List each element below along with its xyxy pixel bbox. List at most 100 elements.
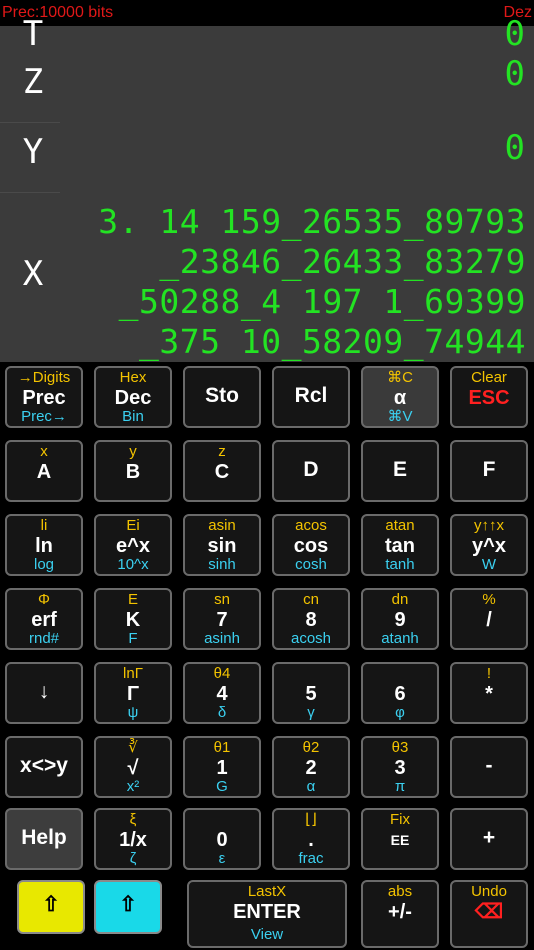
chs-key-label: +/-	[388, 901, 412, 923]
tan-key-alt-label: tanh	[385, 556, 415, 573]
keypad: →Digits Prec Prec→ Hex Dec Bin Sto Rcl ⌘…	[0, 362, 534, 950]
f-key[interactable]: F	[450, 440, 528, 502]
backspace-icon: ⌫	[474, 901, 504, 923]
two-key-shift-label: θ2	[302, 739, 320, 756]
sqrt-key[interactable]: ∛ √ x²	[94, 736, 172, 798]
three-key-label: 3	[394, 757, 406, 779]
eight-key[interactable]: cn 8 acosh	[272, 588, 350, 650]
gamma-key-label: Γ	[126, 683, 140, 705]
zero-key[interactable]: 0 ε	[183, 808, 261, 870]
prec-key[interactable]: →Digits Prec Prec→	[5, 366, 83, 428]
erf-key[interactable]: Φ erf rnd#	[5, 588, 83, 650]
five-key-alt-label: γ	[307, 704, 315, 721]
five-key[interactable]: 5 γ	[272, 662, 350, 724]
enter-key-label: ENTER	[233, 901, 301, 923]
cos-key-label: cos	[293, 535, 329, 557]
divide-key[interactable]: % /	[450, 588, 528, 650]
e-key-label: E	[392, 458, 407, 481]
minus-key-label: -	[485, 754, 493, 777]
nine-key[interactable]: dn 9 atanh	[361, 588, 439, 650]
one-key-alt-label: G	[216, 778, 228, 795]
six-key-alt-label: φ	[395, 704, 405, 721]
nine-key-label: 9	[394, 609, 406, 631]
d-key[interactable]: D	[272, 440, 350, 502]
a-key[interactable]: x A	[5, 440, 83, 502]
eight-key-alt-label: acosh	[290, 630, 332, 647]
k-key-shift-label: E	[127, 591, 138, 608]
shift-cyan-button[interactable]: ⇧	[94, 880, 162, 934]
ln-key[interactable]: li ln log	[5, 514, 83, 576]
chs-key[interactable]: abs +/-	[361, 880, 439, 948]
plus-key[interactable]: +	[450, 808, 528, 870]
register-divider	[0, 192, 60, 193]
c-key[interactable]: z C	[183, 440, 261, 502]
a-key-label: A	[36, 461, 52, 483]
chs-key-shift-label: abs	[387, 883, 413, 900]
six-key[interactable]: 6 φ	[361, 662, 439, 724]
seven-key-shift-label: sn	[214, 591, 230, 608]
cos-key-shift-label: acos	[295, 517, 327, 534]
swap-key[interactable]: x<>y	[5, 736, 83, 798]
pow-key-alt-label: W	[481, 556, 497, 573]
b-key[interactable]: y B	[94, 440, 172, 502]
pow-key[interactable]: y↑↑x y^x W	[450, 514, 528, 576]
two-key[interactable]: θ2 2 α	[272, 736, 350, 798]
enter-key[interactable]: LastX ENTER View	[187, 880, 347, 948]
plus-key-label: +	[482, 826, 496, 849]
sqrt-key-alt-label: x²	[126, 778, 140, 795]
four-key-label: 4	[216, 683, 228, 705]
dot-key[interactable]: ⌊⌋ . frac	[272, 808, 350, 870]
eight-key-label: 8	[305, 609, 317, 631]
register-t-label: T	[22, 14, 44, 54]
register-y-value: 0	[504, 128, 526, 168]
help-button[interactable]: Help	[5, 808, 83, 870]
multiply-key[interactable]: ! *	[450, 662, 528, 724]
four-key-alt-label: δ	[217, 704, 227, 721]
register-x-line: _50288_4 197 1_69399	[118, 282, 526, 321]
gamma-key[interactable]: lnΓ Γ ψ	[94, 662, 172, 724]
shift-yellow-button[interactable]: ⇧	[17, 880, 85, 934]
register-t-value: 0	[504, 14, 526, 54]
esc-key-label: ESC	[468, 387, 510, 409]
minus-key[interactable]: -	[450, 736, 528, 798]
alpha-key[interactable]: ⌘C α ⌘V	[361, 366, 439, 428]
nine-key-shift-label: dn	[391, 591, 409, 608]
reciprocal-key-alt-label: ζ	[129, 850, 137, 867]
esc-key[interactable]: Clear ESC	[450, 366, 528, 428]
k-key[interactable]: E K F	[94, 588, 172, 650]
sin-key[interactable]: asin sin sinh	[183, 514, 261, 576]
three-key[interactable]: θ3 3 π	[361, 736, 439, 798]
sto-key[interactable]: Sto	[183, 366, 261, 428]
e-key[interactable]: E	[361, 440, 439, 502]
register-x-line: _23846_26433_83279	[159, 242, 526, 281]
one-key[interactable]: θ1 1 G	[183, 736, 261, 798]
undo-key[interactable]: Undo ⌫	[450, 880, 528, 948]
ee-key[interactable]: Fix EE	[361, 808, 439, 870]
shift-arrow-icon: ⇧	[119, 893, 137, 916]
multiply-key-label: *	[485, 683, 493, 705]
seven-key[interactable]: sn 7 asinh	[183, 588, 261, 650]
dot-key-alt-label: frac	[298, 850, 324, 867]
prec-key-label: Prec	[22, 387, 66, 409]
dec-key[interactable]: Hex Dec Bin	[94, 366, 172, 428]
prec-key-alt-label: Prec→	[21, 408, 67, 425]
tan-key-shift-label: atan	[385, 517, 415, 534]
eight-key-shift-label: cn	[303, 591, 319, 608]
exp-key[interactable]: Ei e^x 10^x	[94, 514, 172, 576]
multiply-key-shift-label: !	[486, 665, 492, 682]
tan-key[interactable]: atan tan tanh	[361, 514, 439, 576]
cos-key[interactable]: acos cos cosh	[272, 514, 350, 576]
gamma-key-shift-label: lnΓ	[123, 665, 143, 682]
roll-down-key[interactable]: ↓	[5, 662, 83, 724]
four-key-shift-label: θ4	[213, 665, 231, 682]
dec-key-shift-label: Hex	[119, 369, 147, 386]
reciprocal-key[interactable]: ξ 1/x ζ	[94, 808, 172, 870]
four-key[interactable]: θ4 4 δ	[183, 662, 261, 724]
one-key-shift-label: θ1	[213, 739, 231, 756]
five-key-label: 5	[305, 683, 317, 705]
register-z-value: 0	[504, 54, 526, 94]
ee-key-shift-label: Fix	[390, 811, 410, 828]
ln-key-shift-label: li	[40, 517, 48, 534]
a-key-shift-label: x	[40, 443, 48, 460]
rcl-key[interactable]: Rcl	[272, 366, 350, 428]
